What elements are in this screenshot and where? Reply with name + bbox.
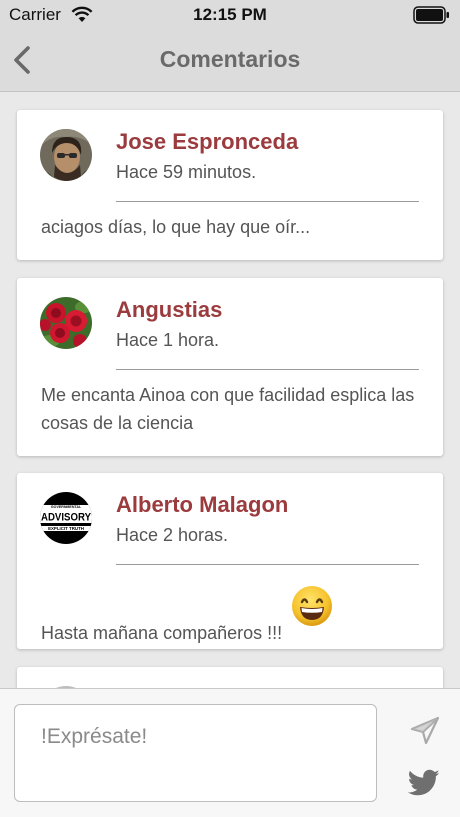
battery-icon <box>413 6 449 24</box>
comment-text: aciagos días, lo que hay que oír... <box>41 217 311 237</box>
comment-input[interactable] <box>14 704 377 802</box>
comment-composer <box>0 688 460 817</box>
comment-time: Hace 59 minutos. <box>116 162 257 182</box>
send-icon[interactable] <box>409 715 441 747</box>
comment-card: Angustias Hace 1 hora. Me encanta Ainoa … <box>17 278 443 456</box>
advisory-logo-avatar: GOVERNMENTAL ADVISORY EXPLICIT TRUTH <box>40 492 92 544</box>
comment-card: GOVERNMENTAL ADVISORY EXPLICIT TRUTH Alb… <box>17 473 443 649</box>
comment-text: Hasta mañana compañeros !!! <box>41 585 423 647</box>
divider <box>116 564 419 565</box>
comment-time: Hace 2 horas. <box>116 525 229 545</box>
navigation-bar: Comentarios <box>0 30 460 92</box>
divider <box>116 201 419 202</box>
comment-card: Jose Espronceda Hace 59 minutos. aciagos… <box>17 110 443 260</box>
comment-author[interactable]: Alberto Malagon <box>116 492 288 518</box>
comment-text: Me encanta Ainoa con que facilidad espli… <box>41 385 415 433</box>
comment-author[interactable]: Angustias <box>116 297 222 323</box>
grinning-face-emoji-icon <box>292 586 333 626</box>
avatar-logo-top: GOVERNMENTAL <box>51 505 82 509</box>
comment-time: Hace 1 hora. <box>116 330 220 350</box>
comments-list[interactable]: Jose Espronceda Hace 59 minutos. aciagos… <box>0 92 460 688</box>
divider <box>116 369 419 370</box>
comment-author[interactable]: Jose Espronceda <box>116 129 298 155</box>
page-title: Comentarios <box>159 46 301 72</box>
clock: 12:15 PM <box>193 5 267 24</box>
avatar-logo-bottom: EXPLICIT TRUTH <box>48 526 84 531</box>
twitter-icon[interactable] <box>408 769 440 797</box>
portrait-avatar <box>40 129 92 181</box>
status-bar: Carrier 12:15 PM <box>0 0 460 30</box>
roses-avatar <box>40 297 92 349</box>
comment-text-content: Hasta mañana compañeros !!! <box>41 623 283 643</box>
comment-card <box>17 667 443 688</box>
avatar-logo-main: ADVISORY <box>41 512 92 524</box>
